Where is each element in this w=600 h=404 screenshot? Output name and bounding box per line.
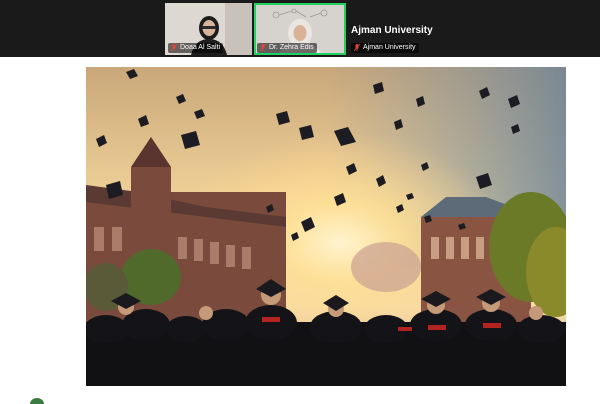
participant-strip: Doaa Al Salti Dr. Zehra Edis Ajman Unive… [0,0,600,57]
participant-name-tag: Doaa Al Salti [168,43,224,53]
participant-name: Doaa Al Salti [180,44,221,51]
graduation-photo [86,67,566,386]
participant-tile-doaa[interactable]: Doaa Al Salti [165,3,252,55]
mic-muted-icon [260,44,266,52]
participant-name: Dr. Zehra Edis [269,44,314,51]
participant-tile-ajman[interactable]: Ajman University Ajman University [348,3,434,55]
participant-tile-zehra[interactable]: Dr. Zehra Edis [254,3,346,55]
participant-name: Ajman University [363,44,416,51]
participant-display-title: Ajman University [351,25,433,36]
shared-screen [0,57,600,404]
participant-name-tag: Dr. Zehra Edis [257,43,317,53]
participant-name-tag: Ajman University [351,43,419,53]
mic-muted-icon [171,44,177,52]
mic-muted-icon [354,44,360,52]
partial-avatar-icon[interactable] [30,396,44,404]
